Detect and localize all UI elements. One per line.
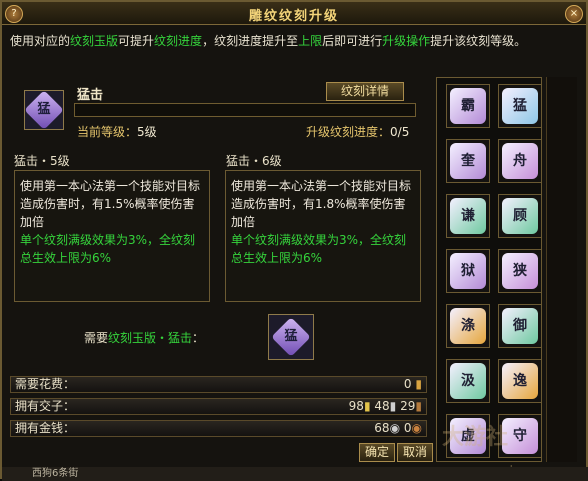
rune-icon: 谦 bbox=[450, 198, 486, 234]
owned-items-row: 拥有交子： 98▮ 48▮ 29▮ bbox=[10, 398, 427, 415]
rune-slot[interactable]: 霸 bbox=[446, 84, 490, 128]
cost-value: 0 bbox=[403, 377, 412, 391]
instruction-text: 使用对应的纹刻玉版可提升纹刻进度，纹刻进度提升至上限后即可进行升级操作提升该纹刻… bbox=[10, 34, 527, 48]
item-count-b: 48 bbox=[374, 399, 390, 413]
next-effect-note: 单个纹刻满级效果为3%，全纹刻总生效上限为6% bbox=[231, 233, 407, 265]
rune-icon: 霸 bbox=[450, 88, 486, 124]
next-effect-panel: 使用第一本心法第一个技能对目标造成伤害时，有1.8%概率使伤害加倍 单个纹刻满级… bbox=[225, 170, 421, 302]
rune-slot[interactable]: 舟 bbox=[498, 139, 542, 183]
rune-char: 涤 bbox=[461, 318, 475, 334]
rune-icon: 涤 bbox=[450, 308, 486, 344]
progress-bar bbox=[74, 103, 416, 117]
cost-row: 需要花费： 0 ▮ bbox=[10, 376, 427, 393]
copper-coin-icon: ◉ bbox=[411, 421, 422, 435]
next-level-title: 猛击・6级 bbox=[226, 154, 282, 168]
rune-char: 舟 bbox=[513, 153, 527, 169]
money-value-a: 68 bbox=[374, 421, 390, 435]
rune-char: 顾 bbox=[513, 208, 527, 224]
side-scroll-area bbox=[546, 77, 577, 462]
rune-slot[interactable]: 猛 bbox=[498, 84, 542, 128]
required-rune-slot[interactable]: 猛 bbox=[268, 314, 314, 360]
rune-slot[interactable]: 顾 bbox=[498, 194, 542, 238]
item-a-icon: ▮ bbox=[363, 399, 371, 413]
item-count-a: 98 bbox=[348, 399, 364, 413]
rune-char: 奎 bbox=[461, 153, 475, 169]
cost-icon: ▮ bbox=[415, 377, 422, 391]
money-value-b: 0 bbox=[403, 421, 412, 435]
current-level-title: 猛击・5级 bbox=[14, 154, 70, 168]
close-button[interactable]: × bbox=[565, 5, 583, 23]
rune-icon: 猛 bbox=[502, 88, 538, 124]
next-effect-desc: 使用第一本心法第一个技能对目标造成伤害时，有1.8%概率使伤害加倍 bbox=[231, 179, 412, 229]
rune-detail-button[interactable]: 纹刻详情 bbox=[326, 82, 404, 101]
item-c-icon: ▮ bbox=[415, 399, 422, 413]
rune-icon: 舟 bbox=[502, 143, 538, 179]
rune-slot[interactable]: 汲 bbox=[446, 359, 490, 403]
confirm-button[interactable]: 确定 bbox=[359, 443, 395, 462]
rune-char: 逸 bbox=[513, 373, 527, 389]
skill-name: 猛击 bbox=[77, 88, 104, 103]
item-b-icon: ▮ bbox=[389, 399, 397, 413]
rune-icon: 狱 bbox=[450, 253, 486, 289]
window-title: 雕纹纹刻升级 bbox=[248, 9, 339, 24]
required-item-label: 需要纹刻玉版・猛击： bbox=[84, 331, 205, 345]
rune-icon: 御 bbox=[502, 308, 538, 344]
rune-char: 谦 bbox=[461, 208, 475, 224]
rune-slot[interactable]: 狭 bbox=[498, 249, 542, 293]
rune-slot[interactable]: 奎 bbox=[446, 139, 490, 183]
cancel-button[interactable]: 取消 bbox=[397, 443, 433, 462]
rune-slot[interactable]: 御 bbox=[498, 304, 542, 348]
rune-slot[interactable]: 狱 bbox=[446, 249, 490, 293]
item-count-c: 29 bbox=[400, 399, 416, 413]
rune-char: 霸 bbox=[461, 98, 475, 114]
skill-rune-char: 猛 bbox=[37, 102, 51, 117]
rune-icon: 奎 bbox=[450, 143, 486, 179]
money-row: 拥有金钱： 68◉ 0◉ bbox=[10, 420, 427, 437]
rune-icon: 汲 bbox=[450, 363, 486, 399]
upgrade-progress: 升级纹刻进度：0/5 bbox=[306, 125, 410, 139]
current-effect-note: 单个纹刻满级效果为3%，全纹刻总生效上限为6% bbox=[20, 233, 196, 265]
required-rune-char: 猛 bbox=[284, 329, 298, 344]
rune-icon: 狭 bbox=[502, 253, 538, 289]
rune-char: 御 bbox=[513, 318, 527, 334]
title-bar: ? 雕纹纹刻升级 × bbox=[2, 2, 586, 25]
silver-coin-icon: ◉ bbox=[389, 421, 401, 435]
current-effect-panel: 使用第一本心法第一个技能对目标造成伤害时，有1.5%概率使伤害加倍 单个纹刻满级… bbox=[14, 170, 210, 302]
current-level: 当前等级：5级 bbox=[77, 125, 157, 139]
rune-char: 狱 bbox=[461, 263, 475, 279]
current-effect-desc: 使用第一本心法第一个技能对目标造成伤害时，有1.5%概率使伤害加倍 bbox=[20, 179, 201, 229]
rune-char: 狭 bbox=[513, 263, 527, 279]
skill-rune-icon: 猛 bbox=[24, 90, 64, 130]
rune-slot[interactable]: 涤 bbox=[446, 304, 490, 348]
help-button[interactable]: ? bbox=[5, 5, 23, 23]
rune-slot[interactable]: 逸 bbox=[498, 359, 542, 403]
upgrade-window: ? 雕纹纹刻升级 × 使用对应的纹刻玉版可提升纹刻进度，纹刻进度提升至上限后即可… bbox=[0, 0, 588, 481]
rune-icon: 顾 bbox=[502, 198, 538, 234]
watermark-logo: 大游社 bbox=[442, 425, 509, 450]
rune-icon: 逸 bbox=[502, 363, 538, 399]
rune-char: 猛 bbox=[513, 98, 527, 114]
rune-slot[interactable]: 谦 bbox=[446, 194, 490, 238]
rune-char: 汲 bbox=[461, 373, 475, 389]
